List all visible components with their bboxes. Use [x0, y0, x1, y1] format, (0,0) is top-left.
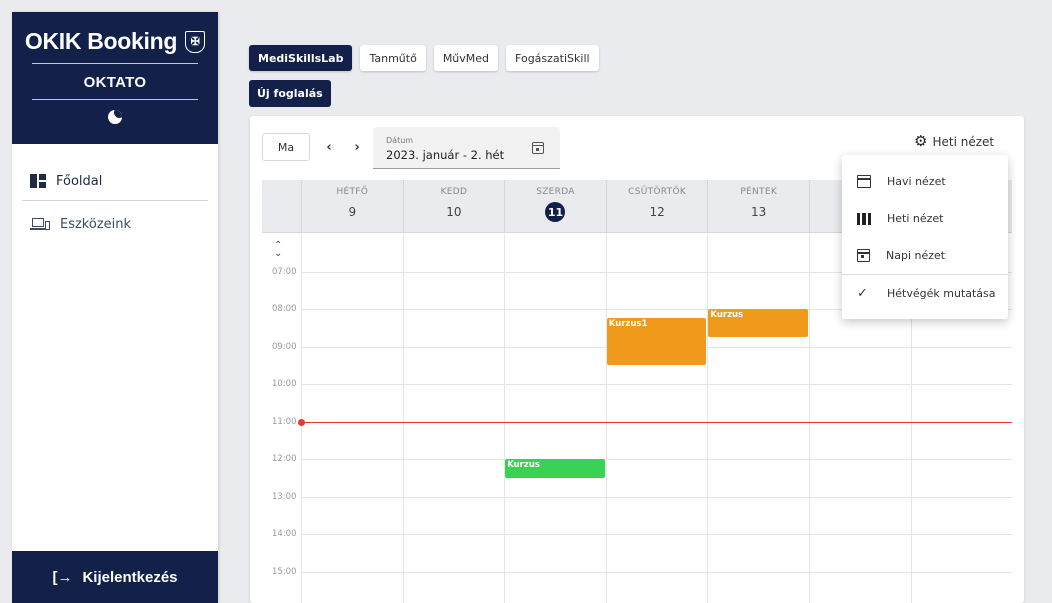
menu-item-label: Heti nézet [887, 212, 944, 225]
time-label: 11:00 [272, 416, 297, 427]
menu-item-month-view[interactable]: Havi nézet [842, 163, 1008, 200]
next-week-button[interactable]: › [348, 136, 366, 158]
day-name: SZERDA [536, 187, 575, 197]
day-number-text: 9 [348, 205, 357, 219]
time-label: 14:00 [272, 529, 297, 539]
menu-item-show-weekends[interactable]: ✓ Hétvégék mutatása [842, 275, 1008, 312]
sidebar-header: OKIK Booking ✠ OKTATO [12, 12, 218, 144]
check-icon: ✓ [857, 286, 868, 301]
column-line [605, 234, 607, 603]
dashboard-icon [30, 174, 46, 188]
current-time-line [301, 421, 1012, 423]
hour-line [301, 534, 1012, 535]
week-columns-icon [857, 212, 871, 225]
day-number-text: 13 [751, 205, 767, 219]
expand-hours-icon[interactable]: ⌃ ⌄ [274, 241, 282, 259]
day-calendar-icon [857, 249, 870, 262]
calendar-event[interactable]: Kurzus1 [606, 318, 707, 366]
time-label: 08:00 [272, 304, 297, 314]
time-label: 15:00 [272, 566, 297, 577]
menu-item-label: Havi nézet [887, 175, 946, 188]
day-number: 12 [607, 205, 708, 219]
crest-logo-icon: ✠ [185, 30, 206, 53]
day-header[interactable]: SZERDA 11 [504, 180, 606, 233]
day-number-text: 10 [446, 205, 462, 219]
view-select-button[interactable]: ⚙ Heti nézet [914, 134, 1024, 149]
logout-icon: [→ [52, 568, 73, 586]
view-menu: Havi nézet Heti nézet Napi nézet ✓ Hétvé… [842, 155, 1008, 319]
day-number: 13 [708, 205, 809, 219]
gear-icon: ⚙ [914, 132, 928, 150]
sidebar-item-label: Eszközeink [60, 216, 132, 232]
sidebar-item-label: Főoldal [56, 173, 103, 189]
today-badge: 11 [545, 202, 566, 222]
day-header[interactable]: KEDD 10 [402, 180, 505, 233]
column-line [707, 234, 709, 603]
tab-fogaszatiskill[interactable]: FogászatiSkill [506, 45, 599, 71]
tab-tanmuto[interactable]: Tanműtő [360, 45, 426, 71]
sidebar-nav: Főoldal Eszközeink [12, 144, 218, 239]
day-header[interactable]: HÉTFŐ 9 [301, 180, 403, 233]
lab-tabs: MediSkillsLab Tanműtő MűvMed FogászatiSk… [249, 45, 599, 71]
day-name: PÉNTEK [740, 187, 778, 197]
menu-item-label: Napi nézet [886, 249, 946, 262]
time-label: 10:00 [272, 379, 297, 389]
sidebar-item-home[interactable]: Főoldal [12, 166, 218, 196]
devices-icon [30, 217, 50, 231]
hour-line [301, 571, 1012, 573]
time-label: 07:00 [272, 266, 297, 277]
menu-item-week-view[interactable]: Heti nézet [842, 200, 1008, 237]
day-header[interactable]: PÉNTEK 13 [707, 180, 809, 233]
brand-title: OKIK Booking [24, 28, 178, 54]
month-calendar-icon [857, 175, 871, 188]
menu-item-label: Hétvégék mutatása [887, 287, 996, 300]
theme-toggle[interactable] [12, 110, 218, 132]
day-name: CSÜTÖRTÖK [628, 187, 687, 197]
sidebar: OKIK Booking ✠ OKTATO Főoldal Eszközeink [12, 12, 218, 603]
divider [32, 99, 198, 100]
divider [22, 200, 208, 201]
column-line [402, 234, 404, 603]
tab-muvmed[interactable]: MűvMed [433, 45, 499, 71]
date-field-value: 2023. január - 2. hét [386, 148, 505, 162]
date-picker-field[interactable]: Dátum 2023. január - 2. hét [373, 127, 560, 169]
column-line [504, 234, 506, 603]
day-header[interactable]: CSÜTÖRTÖK 12 [605, 180, 708, 233]
sidebar-item-devices[interactable]: Eszközeink [12, 209, 218, 239]
hour-line [301, 384, 1012, 385]
today-button[interactable]: Ma [262, 133, 310, 161]
time-label: 13:00 [272, 491, 297, 502]
calendar-event[interactable]: Kurzus [505, 459, 605, 478]
menu-item-day-view[interactable]: Napi nézet [842, 237, 1008, 274]
current-time-dot [298, 418, 305, 426]
calendar-icon[interactable] [532, 142, 544, 154]
day-name: KEDD [440, 187, 468, 197]
moon-icon [108, 110, 122, 124]
time-label: 12:00 [272, 454, 297, 464]
hour-line [301, 496, 1012, 498]
logout-button[interactable]: [→ Kijelentkezés [12, 551, 218, 603]
view-select-label: Heti nézet [932, 134, 995, 149]
divider [32, 63, 198, 64]
new-booking-button[interactable]: Új foglalás [249, 80, 331, 107]
day-name: HÉTFŐ [336, 187, 369, 197]
tab-mediskillslab[interactable]: MediSkillsLab [249, 45, 353, 71]
hour-line [301, 459, 1012, 460]
day-number: 11 [505, 202, 606, 222]
date-field-label: Dátum [386, 136, 414, 145]
day-number: 10 [404, 205, 505, 219]
day-number: 9 [302, 205, 403, 219]
day-number-text: 12 [649, 205, 665, 219]
column-line [809, 234, 810, 603]
logout-label: Kijelentkezés [82, 568, 178, 586]
brand[interactable]: OKIK Booking ✠ [12, 28, 218, 55]
time-label: 09:00 [272, 341, 297, 352]
prev-week-button[interactable]: ‹ [320, 136, 338, 158]
calendar-event[interactable]: Kurzus [708, 309, 808, 338]
user-role: OKTATO [83, 74, 147, 91]
